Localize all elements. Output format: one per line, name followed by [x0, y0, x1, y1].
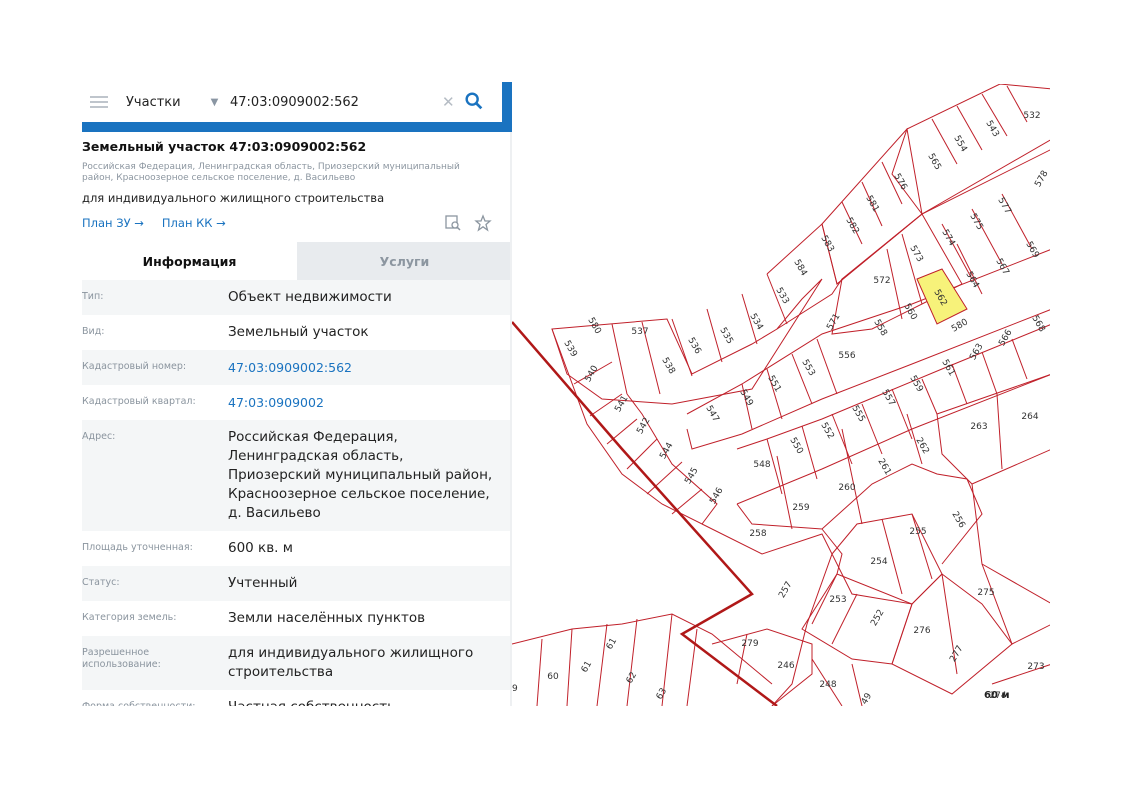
chevron-down-icon: ▼: [210, 96, 219, 108]
info-value: Частная собственность: [228, 698, 498, 706]
parcel-block[interactable]: [936, 374, 1050, 485]
info-value: Объект недвижимости: [228, 289, 392, 305]
info-value: Российская Федерация, Ленинградская обла…: [228, 429, 493, 521]
object-header: Земельный участок 47:03:0909002:562 Росс…: [82, 132, 512, 234]
info-key: Адрес:: [82, 431, 116, 442]
info-key: Кадастровый номер:: [82, 361, 187, 372]
search-input[interactable]: [230, 94, 430, 110]
header-strip: [82, 122, 512, 132]
parcel-block[interactable]: [891, 573, 1013, 695]
boundary-line: [512, 321, 778, 706]
highlighted-parcel-562[interactable]: [916, 268, 968, 325]
cadastral-number-link[interactable]: 47:03:0909002:562: [228, 358, 498, 377]
parcel-block[interactable]: [891, 84, 1050, 215]
scale-label: 60 м: [984, 690, 1010, 701]
object-use: для индивидуального жилищного строительс…: [82, 191, 385, 205]
info-panel: Участки ▼ ✕ ‹ Земельный участок 47:03:09…: [82, 82, 512, 706]
info-key: Кадастровый квартал:: [82, 396, 196, 407]
collapse-panel-button[interactable]: ‹: [502, 82, 512, 124]
zoom-to-object-icon[interactable]: [444, 214, 462, 232]
info-value: Учтенный: [228, 575, 298, 591]
object-title: Земельный участок 47:03:0909002:562: [82, 139, 367, 154]
info-row: Статус: Учтенный: [82, 566, 512, 601]
plan-kk-link[interactable]: План КК →: [162, 216, 226, 230]
map-canvas[interactable]: [512, 84, 1050, 706]
search-bar: Участки ▼ ✕ ‹: [82, 82, 512, 124]
info-value: Земельный участок: [228, 324, 369, 340]
search-mode-label: Участки: [126, 94, 181, 110]
search-icon[interactable]: [463, 90, 487, 114]
info-table: Тип: Объект недвижимости Вид: Земельный уч…: [82, 280, 512, 706]
info-row: Вид: Земельный участок: [82, 315, 512, 350]
clear-icon[interactable]: ✕: [442, 93, 455, 111]
object-address: Российская Федерация, Ленинградская обла…: [82, 162, 460, 183]
info-row: Форма собственности:Частная собственност…: [82, 690, 512, 706]
info-value: для индивидуального жилищного строительс…: [228, 645, 474, 680]
panel-divider: [510, 132, 512, 706]
info-value: Земли населённых пунктов: [228, 610, 426, 626]
tab-information[interactable]: Информация: [82, 242, 297, 280]
parcel-block[interactable]: [821, 127, 923, 285]
info-row: Кадастровый номер: 47:03:0909002:562: [82, 350, 512, 385]
info-row: Разрешенное использование: для индивидуал…: [82, 636, 512, 690]
info-row: Площадь уточненная: 600 кв. м: [82, 531, 512, 566]
info-row: Тип: Объект недвижимости: [82, 280, 512, 315]
info-key: Тип:: [82, 291, 104, 302]
info-key: Форма собственности:: [82, 698, 228, 706]
info-key: Вид:: [82, 326, 105, 337]
tab-bar: Информация Услуги: [82, 242, 512, 280]
search-mode-select[interactable]: Участки ▼: [126, 95, 230, 110]
info-key: Площадь уточненная:: [82, 542, 193, 553]
tab-services[interactable]: Услуги: [297, 242, 512, 280]
menu-icon[interactable]: [90, 96, 108, 108]
cadastral-map[interactable]: 60 м: [512, 84, 1050, 706]
info-key: Категория земель:: [82, 612, 177, 623]
parcel-block[interactable]: [801, 573, 913, 665]
cadastral-quarter-link[interactable]: 47:03:0909002: [228, 393, 498, 412]
info-row: Адрес: Российская Федерация, Ленинградска…: [82, 420, 512, 531]
star-icon[interactable]: [474, 214, 492, 232]
info-value: 600 кв. м: [228, 540, 293, 556]
info-row: Категория земель: Земли населённых пункто…: [82, 601, 512, 636]
parcel-block[interactable]: [551, 278, 823, 405]
info-key: Статус:: [82, 577, 120, 588]
object-links: План ЗУ → План КК →: [82, 212, 512, 234]
info-key: Разрешенное использование:: [82, 647, 161, 670]
info-row: Кадастровый квартал: 47:03:0909002: [82, 385, 512, 420]
plan-zu-link[interactable]: План ЗУ →: [82, 216, 144, 230]
